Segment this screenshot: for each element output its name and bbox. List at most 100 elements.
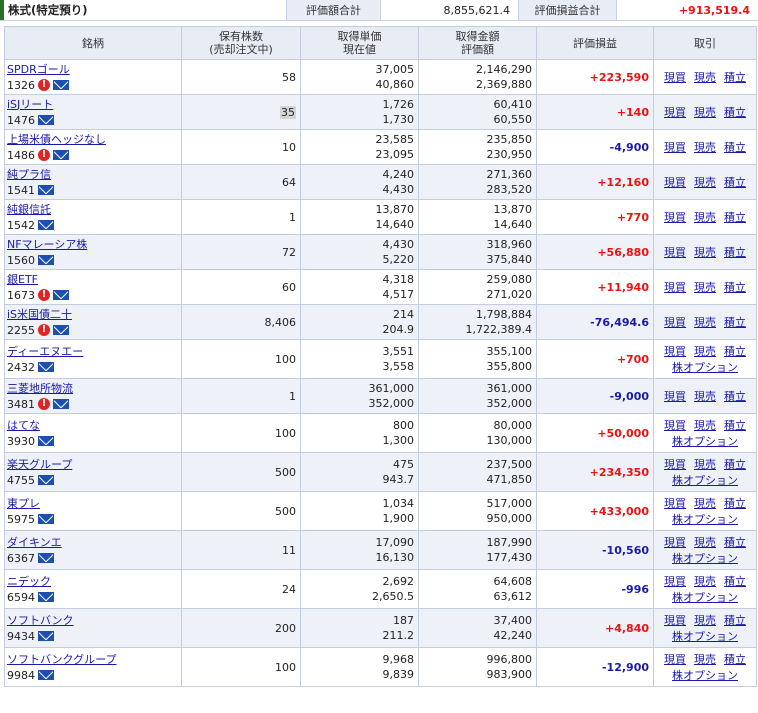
mail-icon[interactable]	[38, 362, 54, 372]
sell-link[interactable]: 現売	[694, 652, 716, 667]
sell-link[interactable]: 現売	[694, 210, 716, 225]
stock-name-link[interactable]: ディーエヌエー	[7, 345, 83, 358]
buy-link[interactable]: 現買	[664, 496, 686, 511]
mail-icon[interactable]	[53, 150, 69, 160]
accumulate-link[interactable]: 積立	[724, 70, 746, 85]
sell-link[interactable]: 現売	[694, 457, 716, 472]
accumulate-link[interactable]: 積立	[724, 496, 746, 511]
buy-link[interactable]: 現買	[664, 344, 686, 359]
mail-icon[interactable]	[38, 255, 54, 265]
mail-icon[interactable]	[38, 631, 54, 641]
sell-link[interactable]: 現売	[694, 140, 716, 155]
alert-icon[interactable]: !	[38, 324, 50, 336]
accumulate-link[interactable]: 積立	[724, 535, 746, 550]
sell-link[interactable]: 現売	[694, 175, 716, 190]
stock-name-link[interactable]: ソフトバンク	[7, 614, 74, 627]
buy-link[interactable]: 現買	[664, 613, 686, 628]
sell-link[interactable]: 現売	[694, 574, 716, 589]
pl-value: +12,160	[597, 175, 649, 189]
mail-icon[interactable]	[38, 475, 54, 485]
mail-icon[interactable]	[38, 592, 54, 602]
sell-link[interactable]: 現売	[694, 280, 716, 295]
buy-link[interactable]: 現買	[664, 315, 686, 330]
stock-name-link[interactable]: iS米国債二十	[7, 308, 72, 321]
buy-link[interactable]: 現買	[664, 105, 686, 120]
stock-name-link[interactable]: ソフトバンクグループ	[7, 653, 116, 666]
stock-code: 3930	[7, 434, 35, 448]
mail-icon[interactable]	[53, 325, 69, 335]
mail-icon[interactable]	[38, 436, 54, 446]
stock-option-link[interactable]: 株オプション	[656, 360, 754, 375]
stock-option-link[interactable]: 株オプション	[656, 473, 754, 488]
mail-icon[interactable]	[38, 670, 54, 680]
buy-link[interactable]: 現買	[664, 210, 686, 225]
stock-name-link[interactable]: 純プラ信	[7, 168, 51, 181]
accumulate-link[interactable]: 積立	[724, 574, 746, 589]
alert-icon[interactable]: !	[38, 79, 50, 91]
sell-link[interactable]: 現売	[694, 496, 716, 511]
buy-link[interactable]: 現買	[664, 418, 686, 433]
accumulate-link[interactable]: 積立	[724, 457, 746, 472]
buy-link[interactable]: 現買	[664, 574, 686, 589]
stock-option-link[interactable]: 株オプション	[656, 434, 754, 449]
stock-name-link[interactable]: ダイキンエ	[7, 536, 62, 549]
sell-link[interactable]: 現売	[694, 344, 716, 359]
stock-option-link[interactable]: 株オプション	[656, 590, 754, 605]
stock-name-link[interactable]: 上場米債ヘッジなし	[7, 133, 106, 146]
stock-name-link[interactable]: 純銀信託	[7, 203, 51, 216]
accumulate-link[interactable]: 積立	[724, 389, 746, 404]
accumulate-link[interactable]: 積立	[724, 613, 746, 628]
alert-icon[interactable]: !	[38, 398, 50, 410]
mail-icon[interactable]	[53, 399, 69, 409]
buy-link[interactable]: 現買	[664, 280, 686, 295]
buy-link[interactable]: 現買	[664, 175, 686, 190]
buy-link[interactable]: 現買	[664, 457, 686, 472]
mail-icon[interactable]	[53, 80, 69, 90]
accumulate-link[interactable]: 積立	[724, 344, 746, 359]
buy-link[interactable]: 現買	[664, 389, 686, 404]
sell-link[interactable]: 現売	[694, 315, 716, 330]
accumulate-link[interactable]: 積立	[724, 140, 746, 155]
mail-icon[interactable]	[38, 115, 54, 125]
mail-icon[interactable]	[38, 220, 54, 230]
sell-link[interactable]: 現売	[694, 613, 716, 628]
stock-name-link[interactable]: はてな	[7, 419, 40, 432]
stock-name-link[interactable]: 東プレ	[7, 497, 40, 510]
mail-icon[interactable]	[38, 553, 54, 563]
buy-link[interactable]: 現買	[664, 245, 686, 260]
sell-link[interactable]: 現売	[694, 389, 716, 404]
stock-name-link[interactable]: 銀ETF	[7, 273, 38, 286]
buy-link[interactable]: 現買	[664, 535, 686, 550]
stock-name-link[interactable]: iSJリート	[7, 98, 53, 111]
accumulate-link[interactable]: 積立	[724, 315, 746, 330]
sell-link[interactable]: 現売	[694, 70, 716, 85]
accumulate-link[interactable]: 積立	[724, 245, 746, 260]
stock-name-link[interactable]: 三菱地所物流	[7, 382, 73, 395]
mail-icon[interactable]	[38, 185, 54, 195]
accumulate-link[interactable]: 積立	[724, 105, 746, 120]
sell-link[interactable]: 現売	[694, 245, 716, 260]
stock-name-link[interactable]: ニデック	[7, 575, 51, 588]
sell-link[interactable]: 現売	[694, 418, 716, 433]
alert-icon[interactable]: !	[38, 149, 50, 161]
buy-link[interactable]: 現買	[664, 70, 686, 85]
mail-icon[interactable]	[38, 514, 54, 524]
accumulate-link[interactable]: 積立	[724, 652, 746, 667]
sell-link[interactable]: 現売	[694, 105, 716, 120]
accumulate-link[interactable]: 積立	[724, 280, 746, 295]
accumulate-link[interactable]: 積立	[724, 175, 746, 190]
sell-link[interactable]: 現売	[694, 535, 716, 550]
stock-option-link[interactable]: 株オプション	[656, 668, 754, 683]
stock-option-link[interactable]: 株オプション	[656, 629, 754, 644]
stock-option-link[interactable]: 株オプション	[656, 551, 754, 566]
accumulate-link[interactable]: 積立	[724, 418, 746, 433]
stock-name-link[interactable]: 楽天グループ	[7, 458, 72, 471]
accumulate-link[interactable]: 積立	[724, 210, 746, 225]
alert-icon[interactable]: !	[38, 289, 50, 301]
stock-name-link[interactable]: NFマレーシア株	[7, 238, 87, 251]
buy-link[interactable]: 現買	[664, 140, 686, 155]
buy-link[interactable]: 現買	[664, 652, 686, 667]
stock-name-link[interactable]: SPDRゴール	[7, 63, 70, 76]
stock-option-link[interactable]: 株オプション	[656, 512, 754, 527]
mail-icon[interactable]	[53, 290, 69, 300]
